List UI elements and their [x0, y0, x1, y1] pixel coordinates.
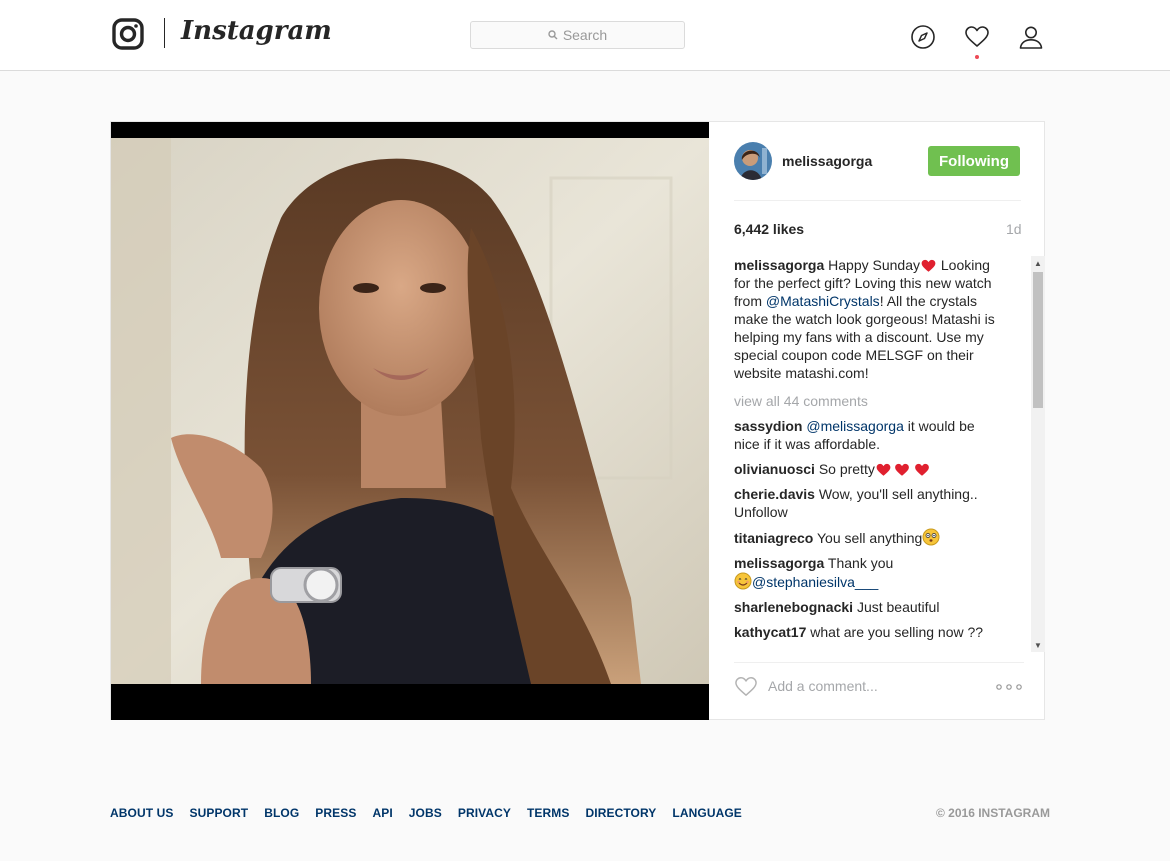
- top-nav-bar: Instagram Search: [0, 0, 1170, 71]
- comments-scroll-area[interactable]: melissagorga Happy Sunday Looking for th…: [734, 256, 1039, 652]
- following-button[interactable]: Following: [928, 146, 1020, 176]
- author-username[interactable]: melissagorga: [782, 153, 872, 169]
- footer-link-about-us[interactable]: ABOUT US: [110, 806, 173, 820]
- avatar[interactable]: [734, 142, 772, 180]
- likes-count[interactable]: 6,442 likes: [734, 221, 804, 237]
- comment-text: Thank you: [827, 555, 894, 571]
- comment: olivianuosci So pretty: [734, 460, 1004, 478]
- footer-link-language[interactable]: LANGUAGE: [672, 806, 741, 820]
- view-all-comments-link[interactable]: view all 44 comments: [734, 392, 1004, 410]
- comment-username[interactable]: titaniagreco: [734, 530, 813, 546]
- comments-scrollbar[interactable]: ▲ ▼: [1031, 256, 1045, 652]
- footer-link-blog[interactable]: BLOG: [264, 806, 299, 820]
- search-placeholder: Search: [562, 27, 608, 43]
- post-sidebar: melissagorga Following 6,442 likes 1d me…: [710, 122, 1045, 719]
- mention-link[interactable]: @melissagorga: [806, 418, 903, 434]
- comment-username[interactable]: melissagorga: [734, 257, 824, 273]
- comments-list: melissagorga Happy Sunday Looking for th…: [734, 256, 1004, 641]
- mention-link[interactable]: @stephaniesilva___: [752, 574, 878, 590]
- comment-text: what are you selling now ??: [810, 624, 984, 640]
- smiling-face-icon: [734, 572, 752, 590]
- comment-username[interactable]: melissagorga: [734, 555, 824, 571]
- red-heart-icon: [914, 463, 929, 476]
- comment: cherie.davis Wow, you'll sell anything..…: [734, 485, 1004, 521]
- post-photo[interactable]: [111, 122, 709, 720]
- footer-link-directory[interactable]: DIRECTORY: [586, 806, 657, 820]
- copyright: © 2016 INSTAGRAM: [936, 806, 1050, 820]
- post-header: melissagorga Following: [734, 142, 1020, 198]
- red-heart-icon: [894, 463, 909, 476]
- photo-image: [111, 138, 709, 684]
- footer-link-privacy[interactable]: PRIVACY: [458, 806, 511, 820]
- magnifier-icon: [548, 30, 558, 40]
- search-input[interactable]: Search: [470, 21, 685, 49]
- heart-outline-icon[interactable]: [734, 675, 758, 697]
- post-card: melissagorga Following 6,442 likes 1d me…: [110, 121, 1045, 720]
- mention-link[interactable]: @MatashiCrystals: [766, 293, 880, 309]
- post-time[interactable]: 1d: [1006, 221, 1022, 237]
- logo-divider: [164, 18, 165, 48]
- comment-username[interactable]: cherie.davis: [734, 486, 815, 502]
- divider: [734, 200, 1021, 201]
- footer-link-support[interactable]: SUPPORT: [189, 806, 248, 820]
- footer-link-jobs[interactable]: JOBS: [409, 806, 442, 820]
- compass-icon[interactable]: [910, 24, 936, 50]
- footer-link-api[interactable]: API: [372, 806, 392, 820]
- comment: melissagorga Thank you @stephaniesilva__…: [734, 554, 1004, 591]
- comment-text: You sell anything: [817, 530, 923, 546]
- notification-dot: [975, 55, 979, 59]
- comment-username[interactable]: kathycat17: [734, 624, 806, 640]
- add-comment-input[interactable]: Add a comment...: [768, 678, 878, 694]
- footer-link-press[interactable]: PRESS: [315, 806, 356, 820]
- instagram-wordmark[interactable]: Instagram: [181, 16, 332, 46]
- comment-text: So pretty: [818, 461, 875, 477]
- comment-username[interactable]: sassydion: [734, 418, 802, 434]
- footer-links: ABOUT US SUPPORT BLOG PRESS API JOBS PRI…: [110, 806, 758, 820]
- comment: sharlenebognacki Just beautiful: [734, 598, 1004, 616]
- comment: kathycat17 what are you selling now ??: [734, 623, 1004, 641]
- caption: melissagorga Happy Sunday Looking for th…: [734, 256, 1004, 382]
- scroll-up-arrow-icon[interactable]: ▲: [1031, 256, 1045, 270]
- caption-text: Happy Sunday: [828, 257, 920, 273]
- add-comment-bar: Add a comment...: [734, 662, 1024, 703]
- comment-text: Just beautiful: [856, 599, 940, 615]
- comment: sassydion @melissagorga it would be nice…: [734, 417, 1004, 453]
- comment: titaniagreco You sell anything: [734, 528, 1004, 547]
- red-heart-icon: [876, 463, 891, 476]
- flushed-face-icon: [922, 528, 940, 546]
- scrollbar-thumb[interactable]: [1033, 272, 1043, 408]
- footer-link-terms[interactable]: TERMS: [527, 806, 570, 820]
- comment-username[interactable]: olivianuosci: [734, 461, 815, 477]
- comment-username[interactable]: sharlenebognacki: [734, 599, 853, 615]
- person-icon[interactable]: [1018, 24, 1044, 50]
- scroll-down-arrow-icon[interactable]: ▼: [1031, 638, 1045, 652]
- portrait-photo: [111, 138, 709, 684]
- instagram-camera-icon[interactable]: [112, 18, 144, 50]
- heart-icon[interactable]: [964, 24, 990, 50]
- red-heart-icon: [921, 259, 936, 272]
- ellipsis-icon[interactable]: [996, 684, 1022, 690]
